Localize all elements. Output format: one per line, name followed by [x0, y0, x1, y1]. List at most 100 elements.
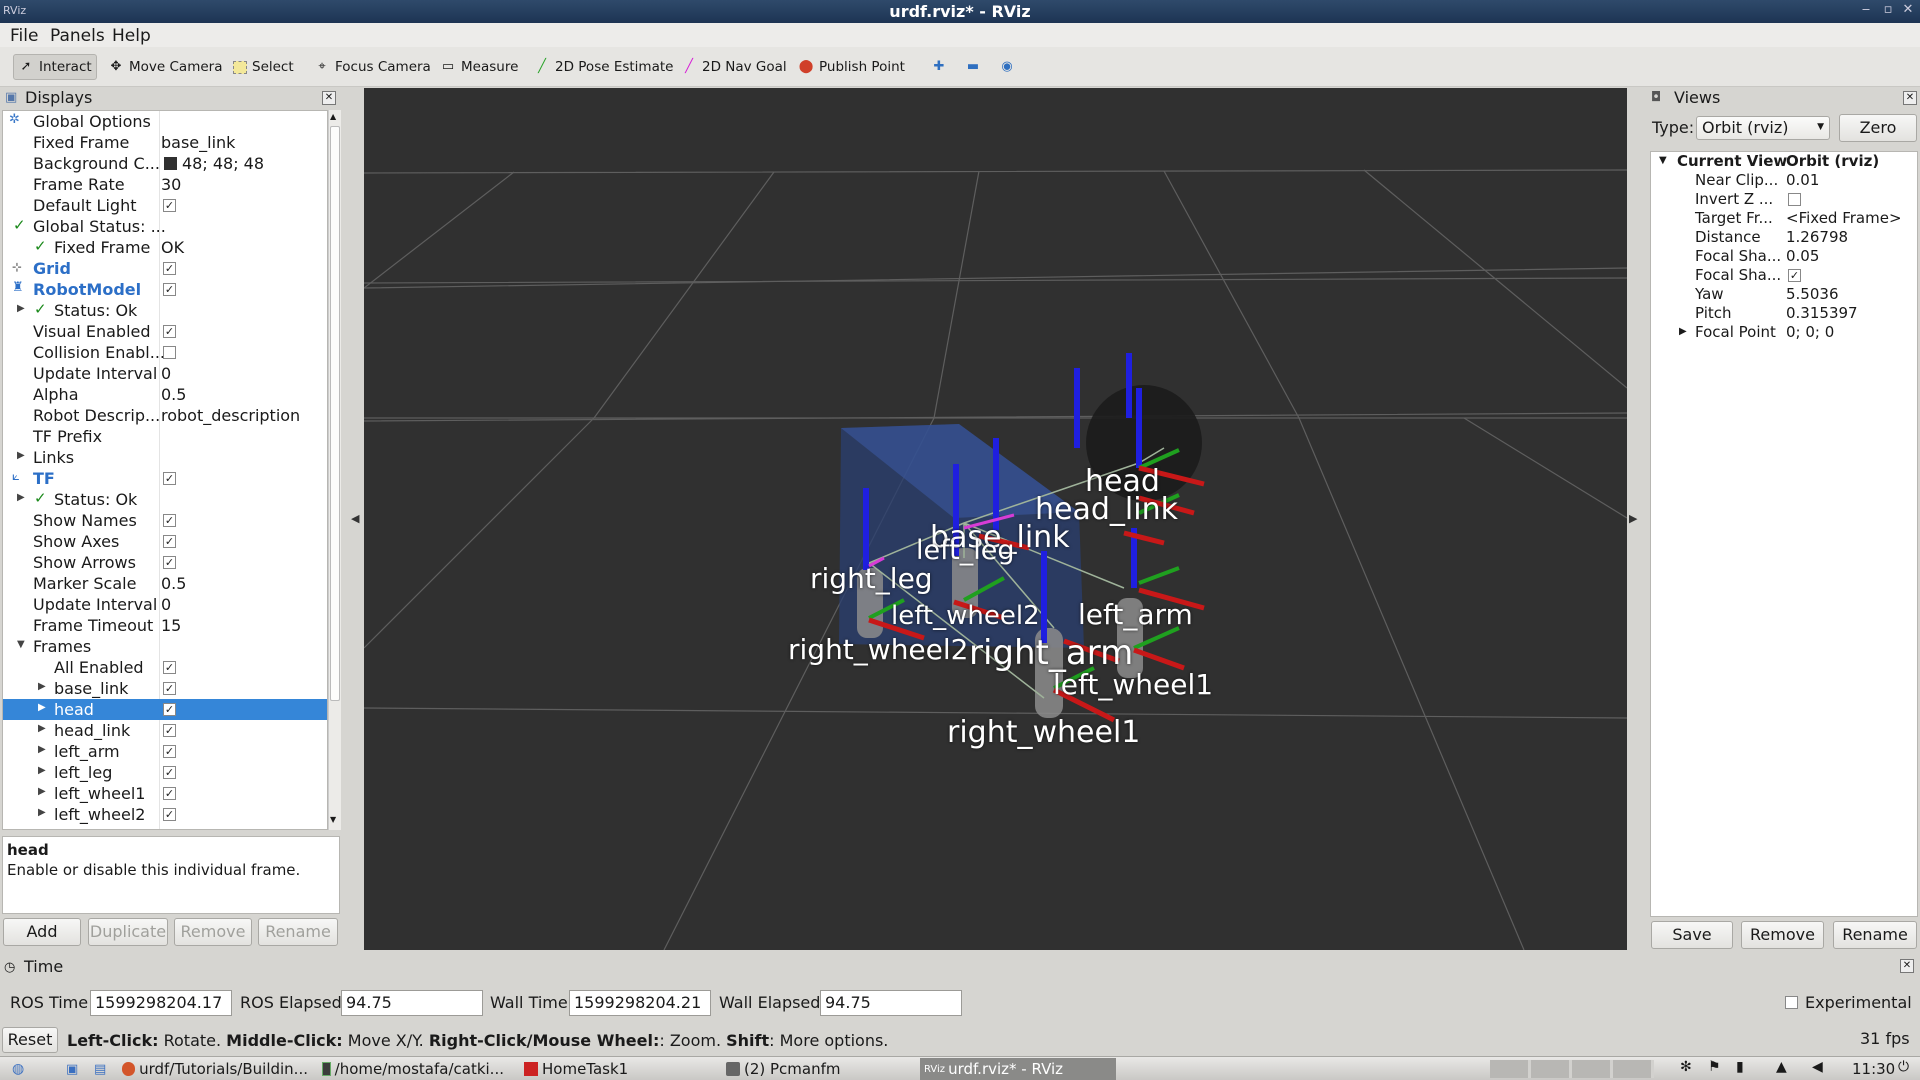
start-menu-button[interactable]: ◍	[8, 1058, 28, 1080]
tree-row-show-names[interactable]: Show Names ✓	[3, 510, 327, 531]
checkbox[interactable]: ✓	[163, 556, 176, 569]
tree-row-frame-left-wheel1[interactable]: ▶ left_wheel1 ✓	[3, 783, 327, 804]
show-desktop-button[interactable]: ▣	[62, 1058, 82, 1080]
tree-row-global-status[interactable]: ✓ Global Status: ...	[3, 216, 327, 237]
collapse-right-icon[interactable]: ▶	[1629, 512, 1637, 525]
collapse-left-icon[interactable]: ◀	[351, 512, 359, 525]
view-row-current-view[interactable]: ▼ Current View Orbit (rviz)	[1651, 152, 1917, 171]
tree-row-robotmodel[interactable]: ♜ RobotModel ✓	[3, 279, 327, 300]
row-value[interactable]: 1.26798	[1786, 228, 1848, 246]
color-swatch[interactable]	[164, 157, 177, 170]
tree-row-frame-head-link[interactable]: ▶ head_link ✓	[3, 720, 327, 741]
minimize-icon[interactable]: ‒	[1858, 2, 1874, 17]
row-value[interactable]: 5.5036	[1786, 285, 1839, 303]
wall-elapsed-field[interactable]: 94.75	[820, 990, 962, 1016]
remove-button[interactable]: Remove	[174, 918, 252, 946]
network-icon[interactable]: ▮	[1736, 1059, 1744, 1075]
tree-row-frame-left-arm[interactable]: ▶ left_arm ✓	[3, 741, 327, 762]
task-browser[interactable]: urdf/Tutorials/Buildin...	[118, 1058, 312, 1080]
view-row-distance[interactable]: Distance 1.26798	[1651, 228, 1917, 247]
view-row-yaw[interactable]: Yaw 5.5036	[1651, 285, 1917, 304]
rename-view-button[interactable]: Rename	[1833, 921, 1917, 949]
remove-tool-button[interactable]: ▬	[961, 54, 990, 80]
tree-row-collision-enabled[interactable]: Collision Enabl...	[3, 342, 327, 363]
save-view-button[interactable]: Save	[1651, 921, 1733, 949]
view-row-focal-shape-size[interactable]: Focal Sha... 0.05	[1651, 247, 1917, 266]
tree-row-update-interval[interactable]: Update Interval 0	[3, 363, 327, 384]
tree-row-frame-head[interactable]: ▶ head ✓	[3, 699, 327, 720]
tree-row-default-light[interactable]: Default Light ✓	[3, 195, 327, 216]
task-pdf[interactable]: HomeTask1	[520, 1058, 632, 1080]
task-rviz[interactable]: RViz urdf.rviz* - RViz	[920, 1058, 1116, 1080]
file-manager-launcher[interactable]: ▤	[90, 1058, 110, 1080]
row-value[interactable]: 0.315397	[1786, 304, 1858, 322]
views-tree[interactable]: ▼ Current View Orbit (rviz) Near Clip...…	[1650, 151, 1918, 917]
checkbox[interactable]: ✓	[163, 535, 176, 548]
tree-row-fixed-frame-status[interactable]: ✓ Fixed Frame OK	[3, 237, 327, 258]
expand-arrow-icon[interactable]: ▶	[38, 702, 46, 713]
tree-row-grid[interactable]: ⊹ Grid ✓	[3, 258, 327, 279]
tree-row-global-options[interactable]: ✲ Global Options	[3, 111, 327, 132]
volume-icon[interactable]: ◀	[1812, 1059, 1823, 1075]
collapse-arrow-icon[interactable]: ▼	[17, 639, 25, 650]
checkbox[interactable]: ✓	[163, 199, 176, 212]
experimental-checkbox[interactable]	[1785, 996, 1798, 1009]
tree-row-robot-description[interactable]: Robot Descrip... robot_description	[3, 405, 327, 426]
row-value[interactable]: <Fixed Frame>	[1786, 209, 1902, 227]
tree-row-tf[interactable]: ⟀ TF ✓	[3, 468, 327, 489]
checkbox[interactable]: ✓	[1788, 269, 1801, 282]
checkbox[interactable]	[1788, 193, 1801, 206]
alpha-value[interactable]: 0.5	[161, 385, 186, 404]
add-tool-button[interactable]: ✚	[927, 54, 956, 80]
nav-goal-tool[interactable]: ╱ 2D Nav Goal	[677, 54, 791, 80]
expand-arrow-icon[interactable]: ▶	[17, 492, 25, 503]
select-tool[interactable]: Select	[229, 54, 298, 80]
zero-button[interactable]: Zero	[1839, 114, 1917, 142]
expand-arrow-icon[interactable]: ▶	[38, 807, 46, 818]
camera-type-button[interactable]: ◉	[995, 54, 1024, 80]
expand-arrow-icon[interactable]: ▶	[38, 723, 46, 734]
ros-elapsed-field[interactable]: 94.75	[341, 990, 483, 1016]
view-row-target-frame[interactable]: Target Fr... <Fixed Frame>	[1651, 209, 1917, 228]
tree-row-frame-left-leg[interactable]: ▶ left_leg ✓	[3, 762, 327, 783]
checkbox[interactable]	[163, 346, 176, 359]
menu-panels[interactable]: Panels	[50, 26, 105, 46]
tree-row-fixed-frame[interactable]: Fixed Frame base_link	[3, 132, 327, 153]
duplicate-button[interactable]: Duplicate	[88, 918, 168, 946]
tree-row-frame-rate[interactable]: Frame Rate 30	[3, 174, 327, 195]
wall-time-field[interactable]: 1599298204.21	[569, 990, 711, 1016]
checkbox[interactable]: ✓	[163, 787, 176, 800]
task-terminal[interactable]: /home/mostafa/catki...	[318, 1058, 508, 1080]
tree-row-links[interactable]: ▶ Links	[3, 447, 327, 468]
tree-row-frame-timeout[interactable]: Frame Timeout 15	[3, 615, 327, 636]
view-row-pitch[interactable]: Pitch 0.315397	[1651, 304, 1917, 323]
checkbox[interactable]: ✓	[163, 703, 176, 716]
render-viewport[interactable]: head head_link base_link left_leg right_…	[364, 88, 1627, 950]
checkbox[interactable]: ✓	[163, 745, 176, 758]
marker-scale-value[interactable]: 0.5	[161, 574, 186, 593]
update-icon[interactable]: ⚑	[1708, 1059, 1721, 1075]
checkbox[interactable]: ✓	[163, 766, 176, 779]
close-icon[interactable]: ✕	[1903, 91, 1917, 105]
frame-timeout-value[interactable]: 15	[161, 616, 181, 635]
expand-arrow-icon[interactable]: ▶	[1679, 326, 1687, 337]
move-camera-tool[interactable]: ✥ Move Camera	[104, 54, 226, 80]
checkbox[interactable]: ✓	[163, 325, 176, 338]
row-value[interactable]: 0; 0; 0	[1786, 323, 1834, 341]
expand-arrow-icon[interactable]: ▶	[38, 765, 46, 776]
publish-point-tool[interactable]: ⬤ Publish Point	[794, 54, 909, 80]
collapse-arrow-icon[interactable]: ▼	[1659, 155, 1667, 166]
checkbox[interactable]: ✓	[163, 514, 176, 527]
tree-row-background-color[interactable]: Background C... 48; 48; 48	[3, 153, 327, 174]
view-row-focal-shape-fixed[interactable]: Focal Sha... ✓	[1651, 266, 1917, 285]
view-type-select[interactable]: Orbit (rviz) ▼	[1696, 116, 1830, 140]
task-pcmanfm[interactable]: (2) Pcmanfm	[722, 1058, 845, 1080]
scroll-down-icon[interactable]: ▼	[330, 815, 336, 824]
workspace-switcher[interactable]	[1490, 1060, 1654, 1078]
view-row-near-clip[interactable]: Near Clip... 0.01	[1651, 171, 1917, 190]
measure-tool[interactable]: ▭ Measure	[436, 54, 522, 80]
bluetooth-icon[interactable]: ✻	[1680, 1059, 1692, 1075]
clock[interactable]: 11:30	[1852, 1060, 1895, 1078]
expand-arrow-icon[interactable]: ▶	[38, 681, 46, 692]
tree-row-show-arrows[interactable]: Show Arrows ✓	[3, 552, 327, 573]
